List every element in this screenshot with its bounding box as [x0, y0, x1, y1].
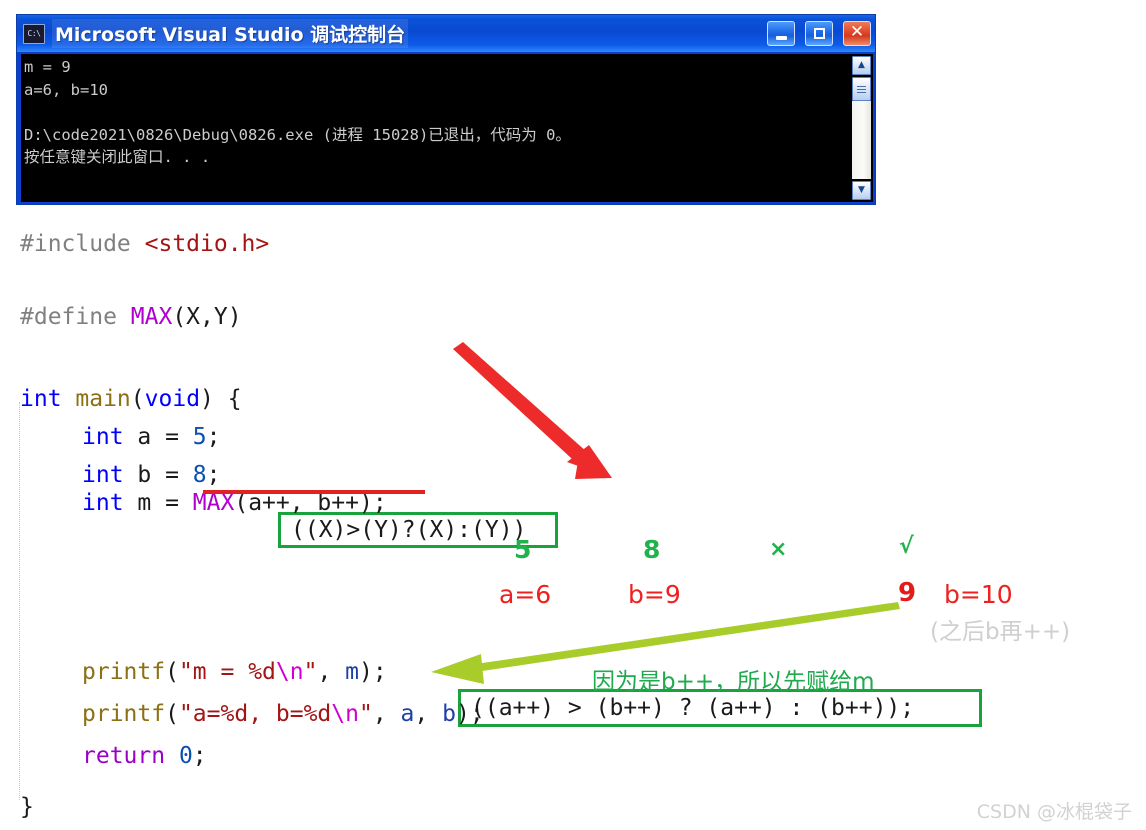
csdn-watermark: CSDN @冰棍袋子	[976, 801, 1132, 823]
decl-a-semicolon: ;	[206, 424, 221, 450]
include-directive: #include	[20, 231, 145, 257]
printf1-escape: \n	[275, 659, 304, 685]
printf2-arg-a: a	[400, 701, 415, 727]
printf2-escape: \n	[331, 701, 359, 727]
code-line-decl-b: int b = 8;	[82, 461, 221, 489]
annotation-b-final: b=10	[944, 580, 1013, 609]
include-header: <stdio.h>	[144, 231, 270, 257]
annotation-gray-note: (之后b再++)	[930, 619, 1071, 645]
printf2-paren-open: (	[165, 701, 179, 727]
strikethrough-marker	[203, 490, 425, 494]
console-output-text: m = 9 a=6, b=10 D:\code2021\0826\Debug\0…	[24, 58, 571, 166]
decl-m-name: m =	[123, 490, 193, 516]
code-line-main: int main(void) {	[20, 385, 242, 413]
close-button[interactable]: ✕	[843, 21, 871, 46]
main-paren-open: (	[130, 386, 145, 412]
annotation-result-value: 9	[898, 578, 917, 608]
decl-m-keyword: int	[82, 490, 124, 516]
scroll-up-button[interactable]: ▲	[852, 56, 871, 75]
console-titlebar[interactable]: C:\ Microsoft Visual Studio 调试控制台 ✕	[17, 15, 875, 52]
printf2-comma: ,	[372, 701, 401, 727]
maximize-icon	[813, 28, 825, 39]
annotation-check-icon: √	[899, 534, 914, 559]
main-int-keyword: int	[20, 386, 62, 412]
code-line-printf-1: printf("m = %d\n", m);	[82, 658, 387, 686]
main-function-name: main	[61, 386, 131, 412]
decl-b-value: 8	[192, 462, 207, 488]
code-line-printf-2: printf("a=%d, b=%d\n", a, b);	[82, 700, 484, 728]
close-icon: ✕	[849, 22, 865, 42]
decl-a-keyword: int	[82, 424, 124, 450]
return-keyword: return	[82, 743, 166, 769]
printf2-format-head: "a=%d, b=%d	[178, 701, 332, 727]
main-void-keyword: void	[144, 386, 201, 412]
annotation-a-after: a=6	[499, 580, 552, 609]
printf1-paren-open: (	[165, 659, 179, 685]
chevron-up-icon: ▲	[858, 60, 865, 70]
console-scrollbar[interactable]: ▲ ▼	[850, 54, 873, 202]
maximize-button[interactable]	[805, 21, 833, 46]
chevron-down-icon: ▼	[858, 185, 865, 195]
console-app-icon: C:\	[23, 23, 45, 44]
define-body-text: ((X)>(Y)?(X):(Y))	[291, 516, 527, 543]
code-line-define: #define MAX(X,Y)	[20, 303, 242, 331]
define-macro-name: MAX	[130, 304, 173, 330]
main-brace-open: ) {	[200, 386, 242, 412]
return-value: 0	[165, 743, 193, 769]
decl-b-name: b =	[123, 462, 193, 488]
annotation-b-after: b=9	[628, 580, 681, 609]
annotation-value-b: 8	[643, 535, 661, 564]
closing-brace: }	[20, 794, 34, 820]
printf1-comma: ,	[317, 659, 346, 685]
annotation-value-a: 5	[514, 535, 532, 564]
annotation-cross-icon: ×	[769, 537, 788, 562]
console-window-title: Microsoft Visual Studio 调试控制台	[52, 19, 409, 48]
printf1-arg-m: m	[345, 659, 360, 685]
minimize-button[interactable]	[767, 21, 795, 46]
printf2-function: printf	[82, 701, 166, 727]
indentation-guide	[19, 402, 20, 800]
define-directive: #define	[20, 304, 131, 330]
code-line-include: #include <stdio.h>	[20, 230, 269, 258]
code-line-return: return 0;	[82, 742, 207, 770]
printf2-paren-close: );	[455, 701, 484, 727]
code-listing: #include <stdio.h> #define MAX(X,Y) ((X)…	[0, 215, 1146, 830]
annotation-green-note: 因为是b++，所以先赋给m	[592, 669, 875, 695]
printf2-format-tail: "	[358, 701, 373, 727]
scrollbar-grip-icon	[857, 85, 866, 93]
macro-expansion-text: ((a++) > (b++) ? (a++) : (b++));	[471, 694, 915, 721]
printf1-function: printf	[82, 659, 166, 685]
scroll-down-button[interactable]: ▼	[852, 181, 871, 200]
return-semicolon: ;	[192, 743, 207, 769]
decl-b-keyword: int	[82, 462, 124, 488]
decl-a-name: a =	[123, 424, 193, 450]
code-line-closing-brace: }	[20, 793, 34, 821]
printf2-arg-b: b	[442, 701, 456, 727]
printf2-arg-separator: ,	[414, 701, 443, 727]
printf1-format-tail: "	[303, 659, 318, 685]
scrollbar-thumb[interactable]	[852, 77, 871, 101]
printf1-format-head: "m = %d	[178, 659, 276, 685]
decl-b-semicolon: ;	[206, 462, 221, 488]
printf1-paren-close: );	[359, 659, 387, 685]
console-window[interactable]: C:\ Microsoft Visual Studio 调试控制台 ✕ m = …	[16, 14, 876, 205]
define-macro-params: (X,Y)	[172, 304, 242, 330]
console-output-area[interactable]: m = 9 a=6, b=10 D:\code2021\0826\Debug\0…	[21, 54, 873, 202]
scrollbar-track[interactable]	[852, 101, 871, 179]
minimize-icon	[775, 35, 787, 40]
code-line-decl-a: int a = 5;	[82, 423, 221, 451]
decl-a-value: 5	[192, 424, 207, 450]
